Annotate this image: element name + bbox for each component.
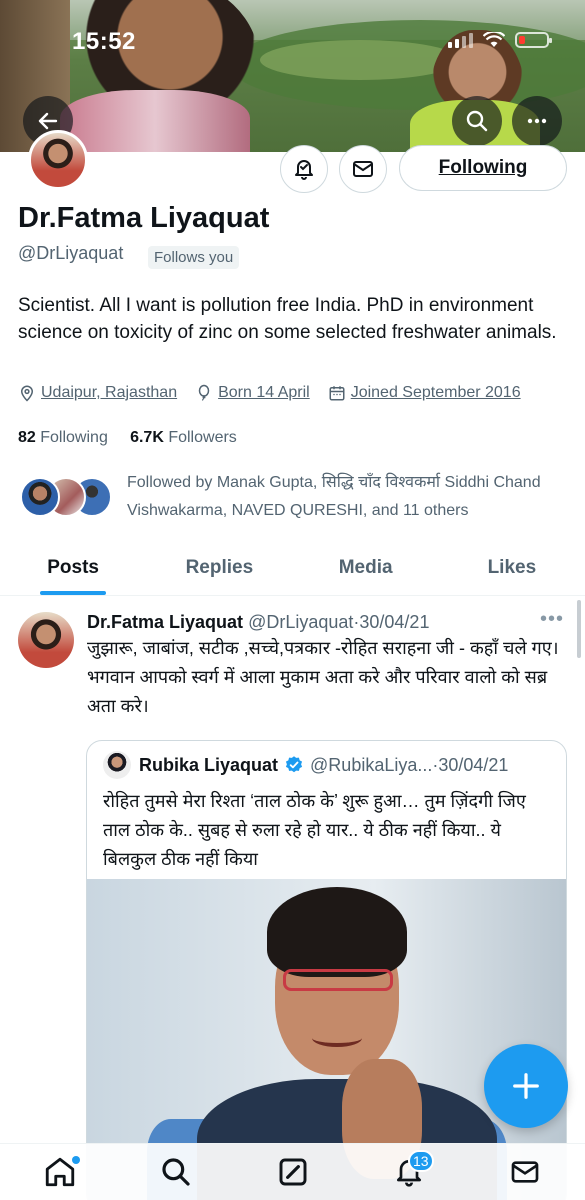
followed-by-text[interactable]: Followed by Manak Gupta, सिद्धि चाँद विश… bbox=[127, 469, 567, 525]
profile-avatar[interactable] bbox=[28, 130, 88, 190]
status-time: 15:52 bbox=[72, 28, 136, 55]
avatar bbox=[20, 477, 60, 517]
search-icon bbox=[162, 1158, 190, 1186]
tweet-header: Dr.Fatma Liyaquat @DrLiyaquat·30/04/21 bbox=[87, 612, 429, 633]
following-button[interactable]: Following bbox=[399, 145, 567, 191]
profile-bio: Scientist. All I want is pollution free … bbox=[18, 295, 557, 343]
home-dot bbox=[72, 1156, 80, 1164]
tweet-more-icon[interactable]: ••• bbox=[540, 608, 564, 631]
quoted-tweet[interactable]: Rubika Liyaquat @RubikaLiya... · 30/04/21 … bbox=[86, 740, 567, 1200]
tab-replies[interactable]: Replies bbox=[146, 540, 292, 595]
bottom-nav: 13 bbox=[0, 1143, 585, 1200]
tab-media[interactable]: Media bbox=[293, 540, 439, 595]
joined-text[interactable]: Joined September 2016 bbox=[351, 384, 521, 402]
birthday[interactable]: Born 14 April bbox=[195, 384, 310, 402]
tweet-author-handle[interactable]: @DrLiyaquat bbox=[248, 612, 353, 632]
tab-posts[interactable]: Posts bbox=[0, 540, 146, 595]
follow-counts: 82 Following 6.7K Followers bbox=[18, 429, 237, 447]
quote-author-handle: @RubikaLiya... bbox=[310, 754, 433, 775]
quote-text: रोहित तुमसे मेरा रिश्ता ‘ताल ठोक के’ शुर… bbox=[103, 791, 526, 869]
nav-messages[interactable] bbox=[505, 1152, 545, 1192]
tweet-avatar[interactable] bbox=[18, 612, 74, 668]
compose-icon bbox=[279, 1158, 306, 1186]
plus-icon bbox=[513, 1073, 539, 1099]
profile-handle: @DrLiyaquat bbox=[18, 243, 124, 263]
scrollbar[interactable] bbox=[577, 600, 581, 658]
tweet-date[interactable]: 30/04/21 bbox=[359, 612, 429, 632]
quote-avatar bbox=[103, 751, 131, 779]
calendar-icon bbox=[329, 386, 345, 401]
followers-count-link[interactable]: 6.7K Followers bbox=[130, 429, 237, 446]
location-text[interactable]: Udaipur, Rajasthan bbox=[41, 384, 177, 402]
tweet-text: जुझारू, जाबांज, सटीक ,सच्चे,पत्रकार -रोह… bbox=[87, 638, 559, 716]
status-icons bbox=[448, 32, 552, 48]
message-button[interactable] bbox=[339, 145, 387, 193]
search-button[interactable] bbox=[452, 96, 502, 146]
balloon-icon bbox=[198, 384, 210, 401]
nav-notifications[interactable]: 13 bbox=[389, 1150, 434, 1192]
location-icon bbox=[20, 385, 34, 402]
following-count-link[interactable]: 82 Following bbox=[18, 429, 108, 446]
tab-likes[interactable]: Likes bbox=[439, 540, 585, 595]
search-icon bbox=[466, 110, 488, 132]
battery-icon bbox=[515, 32, 552, 48]
mail-icon bbox=[511, 1161, 539, 1183]
quote-author-name: Rubika Liyaquat bbox=[139, 754, 279, 775]
notifications-badge: 13 bbox=[407, 1150, 434, 1172]
nav-home[interactable] bbox=[40, 1152, 80, 1192]
birthday-text[interactable]: Born 14 April bbox=[218, 384, 310, 402]
tweet-author-name[interactable]: Dr.Fatma Liyaquat bbox=[87, 612, 243, 632]
compose-fab[interactable] bbox=[484, 1044, 568, 1128]
profile-meta: Udaipur, Rajasthan Born 14 April Joined … bbox=[18, 384, 539, 402]
profile-name: Dr.Fatma Liyaquat bbox=[18, 202, 270, 234]
more-button[interactable] bbox=[512, 96, 562, 146]
more-icon bbox=[527, 118, 547, 124]
profile-tabs: Posts Replies Media Likes bbox=[0, 540, 585, 596]
verified-icon bbox=[285, 756, 303, 773]
wifi-icon bbox=[483, 32, 505, 47]
nav-search[interactable] bbox=[156, 1152, 196, 1192]
nav-compose[interactable] bbox=[273, 1152, 313, 1192]
followed-by-avatars[interactable] bbox=[20, 477, 115, 517]
notify-button[interactable] bbox=[280, 145, 328, 193]
quote-header: Rubika Liyaquat @RubikaLiya... · 30/04/21 bbox=[103, 751, 508, 779]
signal-icon bbox=[448, 32, 473, 48]
mail-icon bbox=[353, 161, 373, 177]
quote-date: 30/04/21 bbox=[438, 754, 509, 775]
follows-you-badge: Follows you bbox=[148, 246, 240, 269]
location[interactable]: Udaipur, Rajasthan bbox=[18, 384, 177, 402]
notification-bell-icon bbox=[295, 160, 313, 180]
joined[interactable]: Joined September 2016 bbox=[328, 384, 521, 402]
